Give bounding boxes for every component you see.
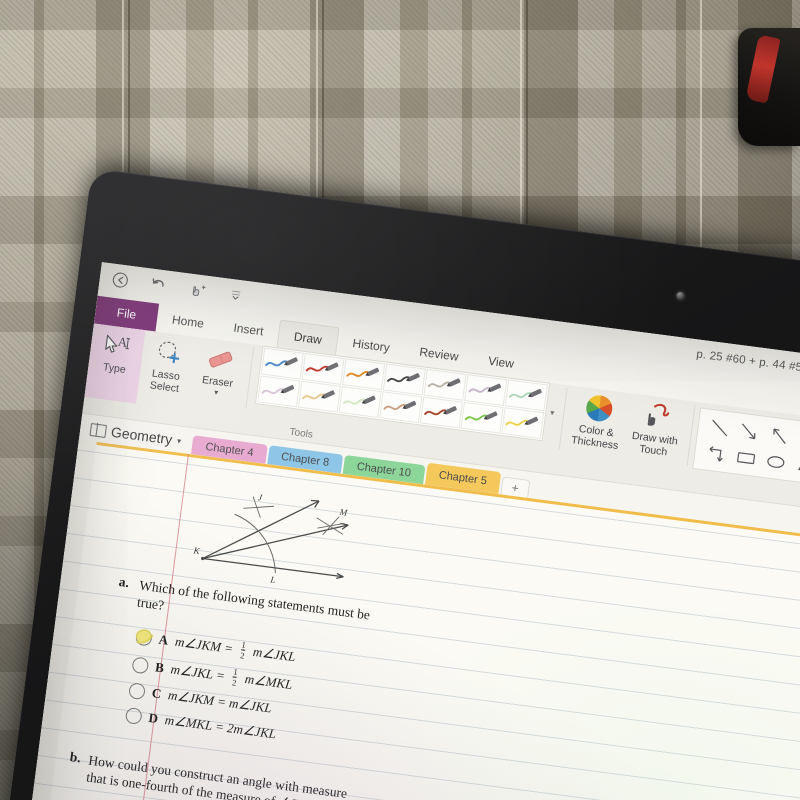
svg-text:J: J <box>257 492 263 503</box>
type-tool-button[interactable]: A Type <box>84 323 146 404</box>
pen-swatch[interactable] <box>338 386 382 418</box>
option-b-expr-post: m∠MKL <box>244 670 294 692</box>
fabric-stripe <box>700 0 702 250</box>
pen-swatch[interactable] <box>379 391 423 424</box>
pen-swatch[interactable] <box>423 368 467 401</box>
eraser-dropdown-caret-icon[interactable]: ▾ <box>213 387 219 397</box>
fabric-stripe <box>520 0 522 250</box>
laptop: p. 25 #60 + p. 44 #54-60 - OneNote File … <box>1 168 800 800</box>
pen-swatch[interactable] <box>504 379 548 412</box>
laptop-screen: p. 25 #60 + p. 44 #54-60 - OneNote File … <box>23 262 800 800</box>
back-icon[interactable] <box>109 268 131 290</box>
photo-scene: p. 25 #60 + p. 44 #54-60 - OneNote File … <box>0 0 800 800</box>
option-c-bubble[interactable] <box>128 682 146 701</box>
lasso-icon <box>151 336 187 370</box>
chevron-down-icon[interactable]: ▾ <box>177 436 182 445</box>
question-b: b. How could you construct an angle with… <box>67 749 359 800</box>
draw-with-touch-label-2: Touch <box>638 442 668 459</box>
eraser-icon <box>204 342 238 376</box>
svg-text:K: K <box>192 545 201 556</box>
pen-swatch[interactable] <box>419 396 463 429</box>
pen-swatch[interactable] <box>260 347 304 380</box>
svg-text:M: M <box>338 507 348 518</box>
touch-mode-icon[interactable] <box>186 278 208 300</box>
type-tool-label: Type <box>102 361 127 376</box>
rectangle-shape-icon[interactable] <box>730 443 763 473</box>
arrow-down-right-shape-icon[interactable] <box>733 417 766 447</box>
option-a-denominator: 2 <box>239 649 246 661</box>
eraser-button[interactable]: Eraser ▾ <box>188 337 249 417</box>
option-b-denominator: 2 <box>231 676 238 688</box>
notebook-icon <box>89 422 108 438</box>
color-wheel-icon <box>584 392 614 425</box>
option-d-expr-pre: m∠MKL = 2m∠JKL <box>164 712 278 742</box>
line-shape-icon[interactable] <box>703 413 736 443</box>
pen-swatch[interactable] <box>257 375 301 408</box>
pen-swatch[interactable] <box>460 401 504 434</box>
draw-with-touch-icon <box>639 399 677 433</box>
option-a-expr-post: m∠JKL <box>252 643 297 664</box>
question-a-letter: a. <box>118 573 130 591</box>
option-a-expr-pre: m∠JKM = <box>174 633 235 656</box>
option-d-letter: D <box>147 709 159 727</box>
draw-with-touch-button[interactable]: Draw with Touch <box>621 393 690 474</box>
pen-swatch[interactable] <box>382 363 426 396</box>
shapes-gallery <box>692 407 800 487</box>
highlighter-mark-icon <box>135 628 154 644</box>
lasso-select-button[interactable]: Lasso Select <box>136 330 197 410</box>
option-a-letter: A <box>157 631 170 648</box>
option-b-expr-pre: m∠JKL = <box>169 660 226 683</box>
option-b-bubble[interactable] <box>131 655 150 674</box>
pen-swatch[interactable] <box>342 358 386 391</box>
pen-swatch[interactable] <box>301 352 345 385</box>
customize-qat-icon[interactable] <box>225 283 247 305</box>
undo-icon[interactable] <box>147 273 169 295</box>
svg-text:L: L <box>269 574 276 585</box>
option-c-letter: C <box>150 685 163 702</box>
oval-shape-icon[interactable] <box>759 447 792 477</box>
pen-swatch[interactable] <box>464 374 508 407</box>
option-b-fraction: 1 2 <box>231 666 239 688</box>
color-thickness-button[interactable]: Color & Thickness <box>563 386 630 467</box>
fabric-stripe <box>526 0 528 250</box>
option-b-letter: B <box>154 658 165 675</box>
pen-swatch[interactable] <box>297 380 342 413</box>
onenote-window: p. 25 #60 + p. 44 #54-60 - OneNote File … <box>23 262 800 800</box>
question-b-text: How could you construct an angle with me… <box>85 752 348 800</box>
option-a-bubble[interactable] <box>135 628 154 647</box>
ribbon-group-label-tools: Tools <box>288 426 314 441</box>
type-cursor-icon: A <box>101 329 135 363</box>
lasso-select-label-2: Select <box>149 379 180 395</box>
arrow-up-left-shape-icon[interactable] <box>763 421 796 451</box>
arrow-corner-shape-icon[interactable] <box>700 439 733 469</box>
option-a-fraction: 1 2 <box>239 639 247 661</box>
option-c-expr-pre: m∠JKM = m∠JKL <box>167 687 273 716</box>
pen-swatch[interactable] <box>501 407 545 440</box>
option-d-bubble[interactable] <box>124 706 143 725</box>
question-a-options: A m∠JKM = 1 2 m∠JKL B m∠JKL = 1 2 m∠MKL … <box>124 627 297 744</box>
question-b-letter: b. <box>69 749 82 766</box>
